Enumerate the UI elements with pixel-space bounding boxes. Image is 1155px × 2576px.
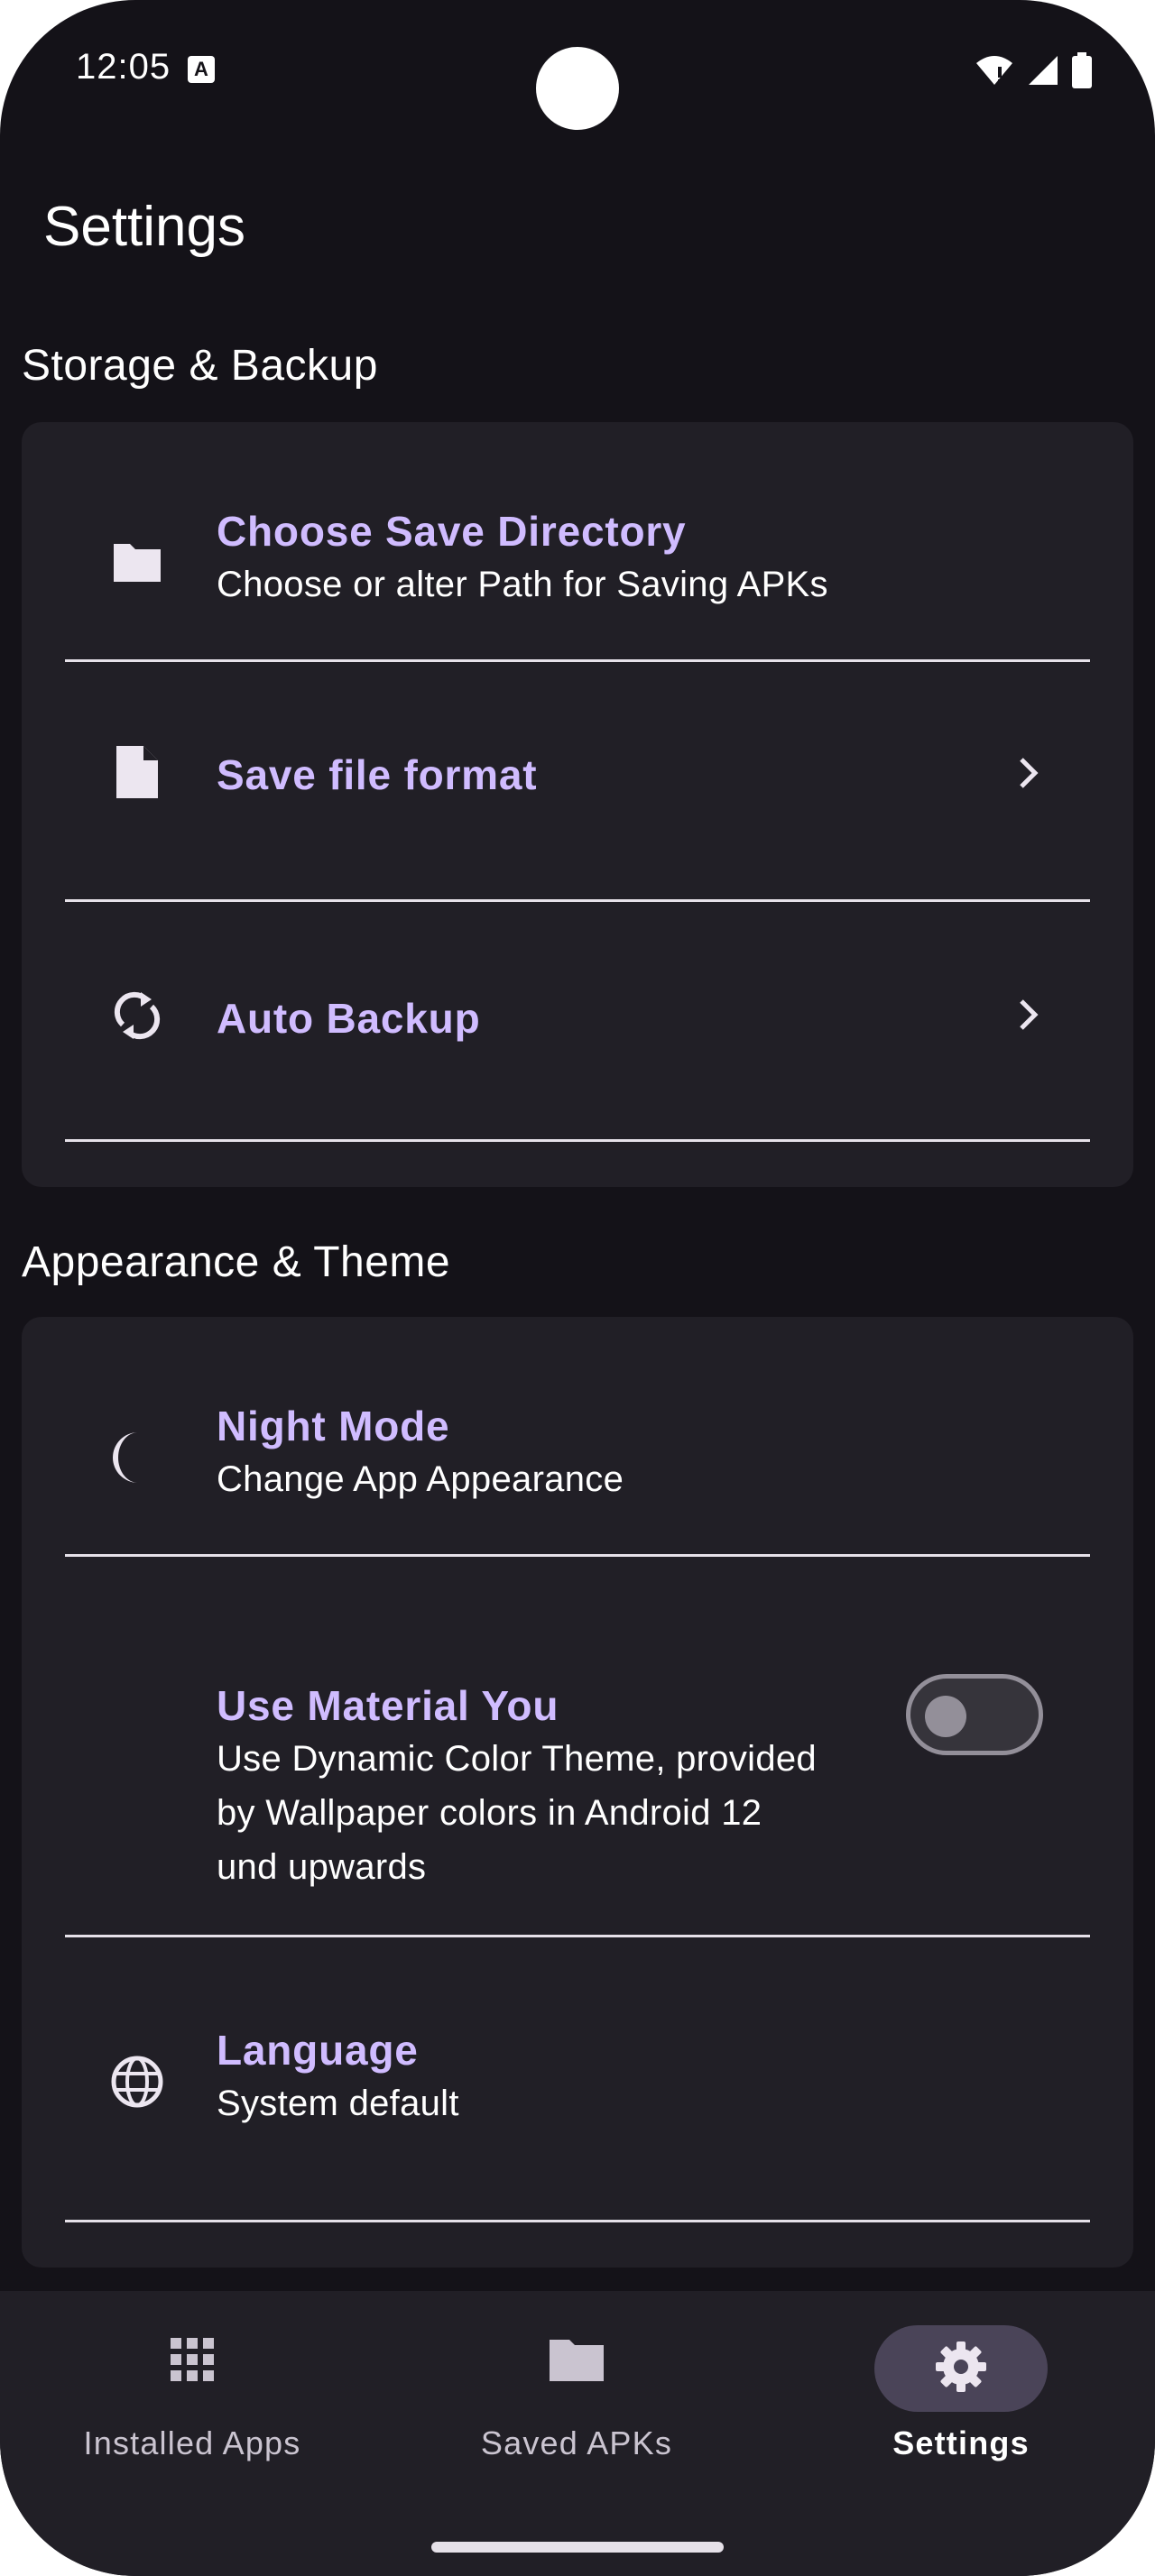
nav-label-installed-apps: Installed Apps bbox=[83, 2424, 301, 2461]
battery-icon bbox=[1072, 52, 1092, 88]
nav-item-settings[interactable]: Settings bbox=[769, 2291, 1153, 2507]
page-title: Settings bbox=[43, 196, 246, 258]
use-material-you-subtitle-line-3: und upwards bbox=[217, 1847, 427, 1887]
language-item[interactable]: Language System default bbox=[22, 1937, 1133, 2228]
use-material-you-subtitle-line-1: Use Dynamic Color Theme, provided bbox=[217, 1739, 817, 1779]
night-mode-title: Night Mode bbox=[217, 1403, 450, 1449]
chevron-right-icon bbox=[1020, 758, 1039, 788]
nav-item-saved-apks[interactable]: Saved APKs bbox=[384, 2291, 769, 2507]
use-material-you-title: Use Material You bbox=[217, 1682, 559, 1729]
apps-grid-icon bbox=[163, 2331, 221, 2388]
wifi-icon bbox=[976, 56, 1012, 85]
choose-save-directory-title: Choose Save Directory bbox=[217, 508, 687, 555]
toggle-knob bbox=[925, 1696, 966, 1737]
appearance-theme-card: Night Mode Change App Appearance Use Mat… bbox=[22, 1317, 1133, 2268]
folder-icon bbox=[548, 2331, 605, 2388]
save-file-format-title: Save file format bbox=[217, 751, 538, 798]
status-bar: 12:05 A bbox=[0, 0, 1155, 144]
auto-backup-item[interactable]: Auto Backup bbox=[22, 902, 1133, 1142]
language-subtitle: System default bbox=[217, 2084, 459, 2123]
night-mode-subtitle: Change App Appearance bbox=[217, 1459, 624, 1499]
home-indicator[interactable] bbox=[431, 2542, 724, 2553]
file-icon bbox=[110, 745, 164, 799]
phone-screen: 12:05 A Settings Storage & Backup Choose… bbox=[0, 0, 1155, 2576]
moon-icon bbox=[110, 1431, 164, 1485]
choose-save-directory-item[interactable]: Choose Save Directory Choose or alter Pa… bbox=[22, 422, 1133, 662]
material-you-toggle[interactable] bbox=[906, 1674, 1043, 1755]
language-title: Language bbox=[217, 2027, 419, 2074]
section-title-storage-backup: Storage & Backup bbox=[22, 342, 378, 390]
save-file-format-item[interactable]: Save file format bbox=[22, 662, 1133, 902]
divider bbox=[65, 1139, 1090, 1142]
folder-icon bbox=[110, 536, 164, 590]
chevron-right-icon bbox=[1020, 999, 1039, 1030]
use-material-you-subtitle-line-2: by Wallpaper colors in Android 12 bbox=[217, 1793, 762, 1833]
auto-backup-title: Auto Backup bbox=[217, 995, 481, 1042]
storage-backup-card: Choose Save Directory Choose or alter Pa… bbox=[22, 422, 1133, 1187]
globe-icon bbox=[110, 2055, 164, 2109]
nav-item-installed-apps[interactable]: Installed Apps bbox=[0, 2291, 384, 2507]
status-time: 12:05 bbox=[76, 47, 171, 87]
nav-label-saved-apks: Saved APKs bbox=[480, 2424, 673, 2461]
use-material-you-item[interactable]: Use Material You Use Dynamic Color Theme… bbox=[22, 1557, 1133, 1937]
nav-label-settings: Settings bbox=[892, 2424, 1030, 2461]
divider bbox=[65, 2220, 1090, 2222]
section-title-appearance-theme: Appearance & Theme bbox=[22, 1238, 451, 1286]
gear-icon bbox=[932, 2338, 990, 2396]
notification-badge: A bbox=[188, 56, 215, 83]
camera-cutout bbox=[536, 47, 619, 130]
choose-save-directory-subtitle: Choose or alter Path for Saving APKs bbox=[217, 565, 828, 604]
system-icons bbox=[975, 52, 1092, 88]
night-mode-item[interactable]: Night Mode Change App Appearance bbox=[22, 1317, 1133, 1557]
bottom-navigation: Installed Apps Saved APKs Settings bbox=[0, 2291, 1155, 2576]
sync-icon bbox=[110, 989, 164, 1043]
signal-icon bbox=[1029, 56, 1058, 85]
